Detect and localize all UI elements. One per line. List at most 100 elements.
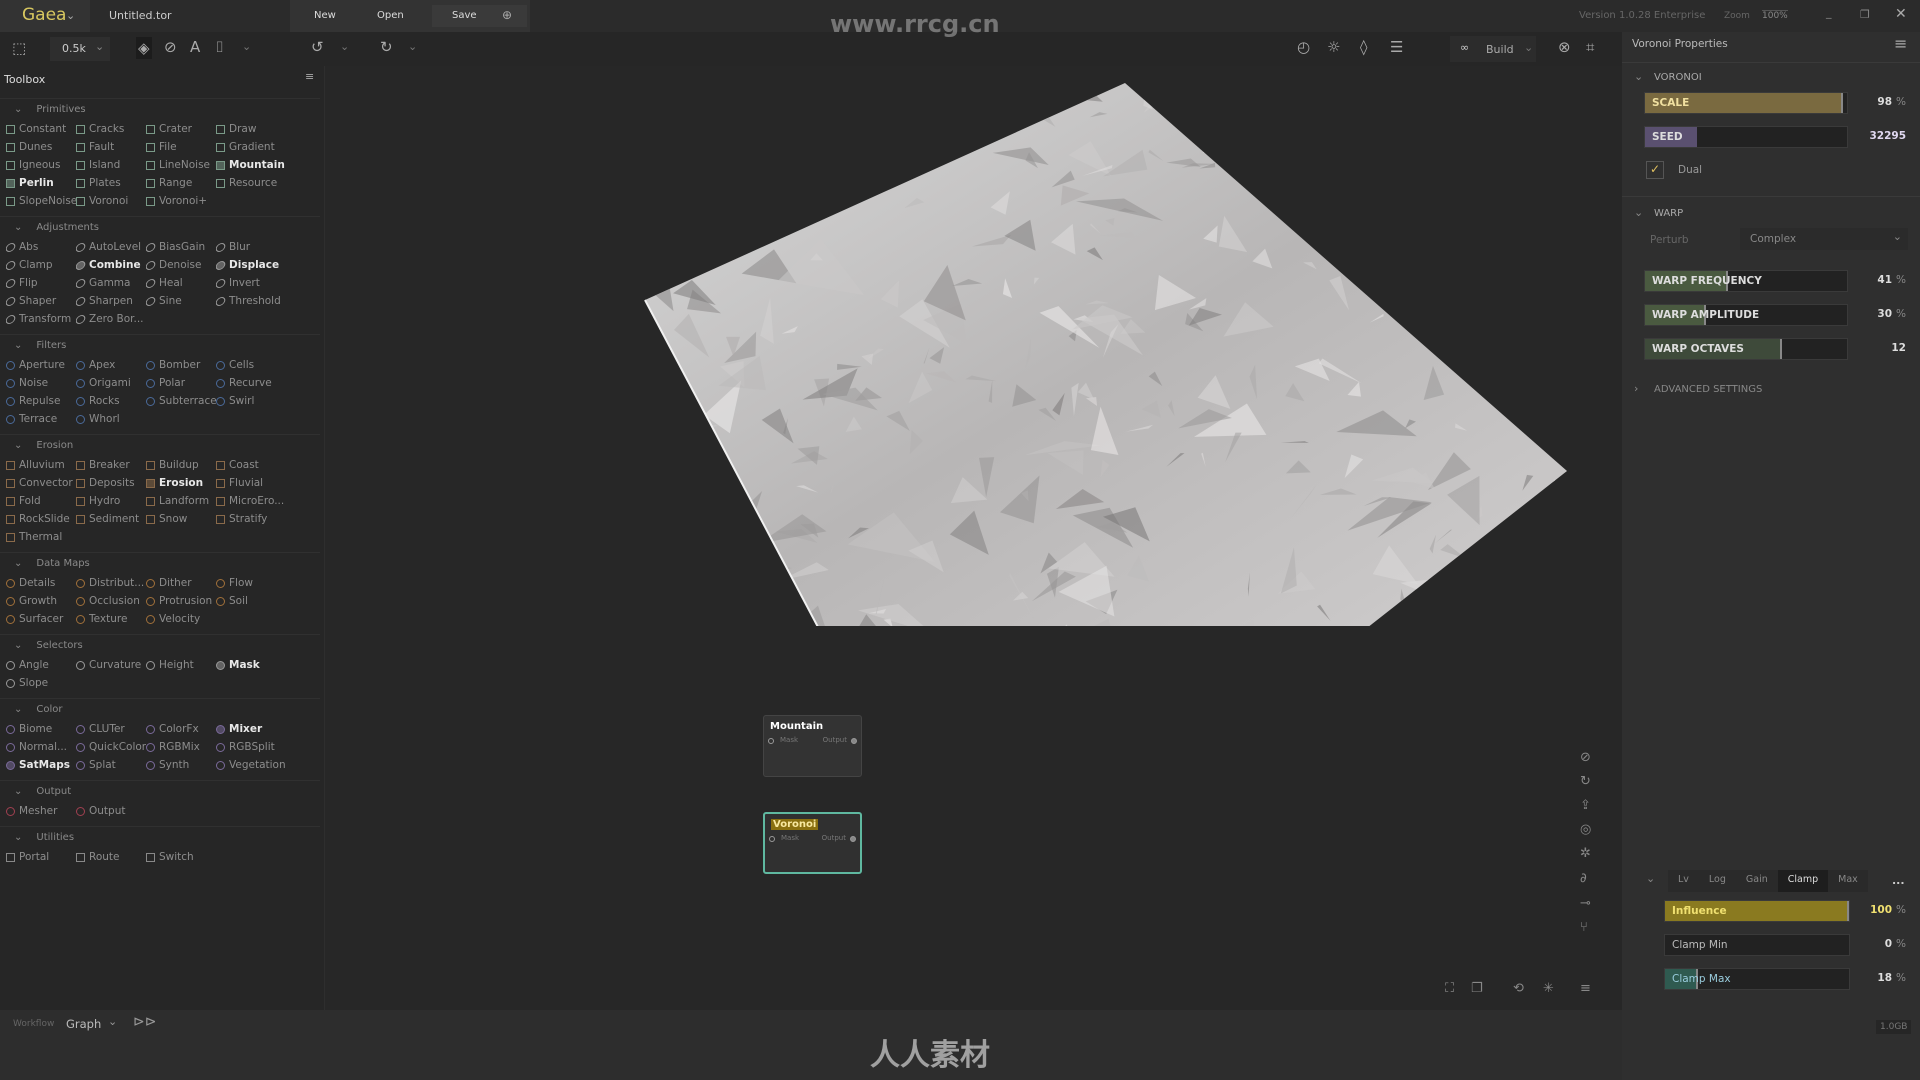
tool-item[interactable]: Route (76, 848, 146, 866)
advanced-settings-toggle[interactable]: ADVANCED SETTINGS (1654, 384, 1762, 395)
tool-item[interactable]: Igneous (6, 156, 76, 174)
tool-item[interactable]: Crater (146, 120, 216, 138)
tool-item[interactable]: Clamp (6, 256, 76, 274)
section-header-primitives[interactable]: ⌄ Primitives (0, 98, 320, 120)
scale-value[interactable]: 98% (1877, 96, 1906, 108)
tool-item[interactable]: Blur (216, 238, 296, 256)
tool-item[interactable]: Shaper (6, 292, 76, 310)
tool-item[interactable]: Occlusion (76, 592, 146, 610)
input-port[interactable] (769, 836, 775, 842)
zoom-select[interactable]: 100% (1762, 10, 1788, 21)
clamp-min-slider[interactable]: Clamp Min (1664, 934, 1850, 956)
tool-item[interactable]: Denoise (146, 256, 216, 274)
tool-item[interactable]: AutoLevel (76, 238, 146, 256)
tool-item[interactable]: Aperture (6, 356, 76, 374)
tool-item[interactable]: Bomber (146, 356, 216, 374)
gauge-icon[interactable]: ◴ (1297, 38, 1310, 56)
restore-icon[interactable]: ❐ (1860, 8, 1870, 21)
tool-item[interactable]: Displace (216, 256, 296, 274)
tool-item[interactable]: Noise (6, 374, 76, 392)
tool-item[interactable]: Whorl (76, 410, 146, 428)
camera-icon[interactable]: ⌷ (215, 38, 224, 56)
tool-item[interactable]: Flow (216, 574, 296, 592)
branch-icon[interactable]: ⑂ (1580, 920, 1588, 935)
tool-item[interactable]: Details (6, 574, 76, 592)
tool-item[interactable]: Erosion (146, 474, 216, 492)
text-icon[interactable]: A (190, 38, 200, 56)
tool-item[interactable]: Mask (216, 656, 296, 674)
expand-icon[interactable]: › (1634, 382, 1638, 395)
dual-checkbox[interactable]: ✓ (1646, 161, 1664, 179)
tool-item[interactable]: CLUTer (76, 720, 146, 738)
tab-gain[interactable]: Gain (1736, 870, 1778, 892)
tool-item[interactable]: Repulse (6, 392, 76, 410)
tool-item[interactable]: Zero Bor... (76, 310, 146, 328)
tool-item[interactable]: Buildup (146, 456, 216, 474)
output-port[interactable] (851, 738, 857, 744)
tool-item[interactable]: Sharpen (76, 292, 146, 310)
seed-value[interactable]: 32295 (1869, 130, 1906, 142)
import-icon[interactable]: ⬚ (12, 39, 26, 57)
chevron-down-icon[interactable]: ⌄ (408, 40, 417, 53)
section-header-selectors[interactable]: ⌄ Selectors (0, 634, 320, 656)
tool-item[interactable]: Island (76, 156, 146, 174)
terrain-render[interactable] (325, 66, 1622, 626)
tool-item[interactable]: LineNoise (146, 156, 216, 174)
tool-item[interactable]: Normal... (6, 738, 76, 756)
tool-item[interactable]: Height (146, 656, 216, 674)
tool-item[interactable]: Thermal (6, 528, 76, 546)
water-drop-icon[interactable]: ◊ (1360, 38, 1367, 56)
redo-icon[interactable]: ↻ (380, 38, 393, 56)
tool-item[interactable]: Draw (216, 120, 296, 138)
influence-value[interactable]: 100% (1870, 904, 1906, 916)
disable-icon[interactable]: ⊘ (1580, 750, 1591, 765)
warp-frequency-slider[interactable]: WARP FREQUENCY (1644, 270, 1848, 292)
workflow-select[interactable]: Graph (66, 1017, 101, 1031)
tool-item[interactable]: Polar (146, 374, 216, 392)
tool-item[interactable]: Flip (6, 274, 76, 292)
tool-item[interactable]: Subterrace (146, 392, 216, 410)
tool-item[interactable]: Combine (76, 256, 146, 274)
tool-item[interactable]: Threshold (216, 292, 296, 310)
fast-forward-icon[interactable]: ⊳⊳ (133, 1014, 156, 1030)
tool-item[interactable]: Output (76, 802, 146, 820)
pin-icon[interactable]: ⊸ (1580, 896, 1591, 911)
settings-icon[interactable]: ✲ (1580, 846, 1591, 861)
section-header-erosion[interactable]: ⌄ Erosion (0, 434, 320, 456)
warp-amplitude-value[interactable]: 30% (1877, 308, 1906, 320)
tool-item[interactable]: Resource (216, 174, 296, 192)
tab-lv[interactable]: Lv (1668, 870, 1699, 892)
compass-icon[interactable]: ⊘ (164, 38, 177, 56)
tab-log[interactable]: Log (1699, 870, 1736, 892)
chevron-down-icon[interactable]: ⌄ (108, 1015, 117, 1028)
export-icon[interactable]: ⇪ (1580, 798, 1591, 813)
tool-item[interactable]: Switch (146, 848, 216, 866)
menu-icon[interactable]: ≡ (1894, 34, 1907, 53)
tool-item[interactable]: Transform (6, 310, 76, 328)
tab-clamp[interactable]: Clamp (1777, 870, 1829, 892)
tool-item[interactable]: Voronoi+ (146, 192, 216, 210)
graph-node-voronoi[interactable]: Voronoi Mask Output (763, 812, 862, 874)
tool-item[interactable]: Hydro (76, 492, 146, 510)
link-icon[interactable]: ∂ (1580, 871, 1587, 886)
tool-item[interactable]: Voronoi (76, 192, 146, 210)
tool-item[interactable]: Perlin (6, 174, 76, 192)
close-icon[interactable]: ✕ (1895, 6, 1907, 22)
tool-item[interactable]: Surfacer (6, 610, 76, 628)
tool-item[interactable]: Heal (146, 274, 216, 292)
tool-item[interactable]: Terrace (6, 410, 76, 428)
tool-item[interactable]: Fluvial (216, 474, 296, 492)
chevron-down-icon[interactable]: ⌄ (1524, 41, 1533, 54)
tool-item[interactable]: Soil (216, 592, 296, 610)
tool-item[interactable]: Alluvium (6, 456, 76, 474)
section-header-adjustments[interactable]: ⌄ Adjustments (0, 216, 320, 238)
warp-octaves-slider[interactable]: WARP OCTAVES (1644, 338, 1848, 360)
more-button[interactable]: ... (1892, 874, 1905, 887)
tool-item[interactable]: BiasGain (146, 238, 216, 256)
tool-item[interactable]: Gradient (216, 138, 296, 156)
tool-item[interactable]: Vegetation (216, 756, 296, 774)
tool-item[interactable]: Texture (76, 610, 146, 628)
tool-item[interactable]: Snow (146, 510, 216, 528)
tool-item[interactable]: Gamma (76, 274, 146, 292)
tool-item[interactable]: Rocks (76, 392, 146, 410)
